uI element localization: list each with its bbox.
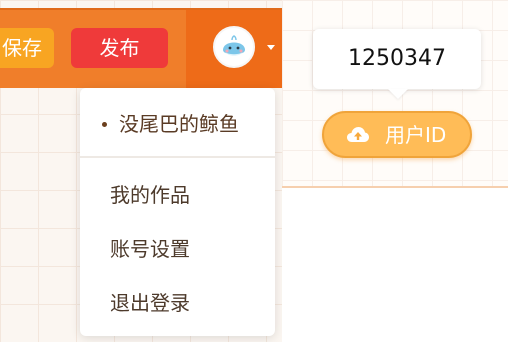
- blank-area: [282, 188, 508, 342]
- user-menu-trigger[interactable]: [186, 10, 282, 88]
- menu-item-account-settings[interactable]: 账号设置: [110, 235, 190, 263]
- menu-username: 没尾巴的鲸鱼: [119, 112, 239, 136]
- bullet-dot-icon: [102, 122, 107, 127]
- chevron-down-icon[interactable]: [267, 45, 275, 50]
- user-id-button[interactable]: 用户ID: [322, 111, 472, 158]
- save-button[interactable]: 保存: [0, 28, 54, 68]
- menu-item-my-works[interactable]: 我的作品: [110, 181, 190, 209]
- cloud-upload-icon: [347, 127, 369, 142]
- whale-avatar-icon: [215, 28, 253, 66]
- user-id-panel: 1250347 用户ID: [282, 0, 508, 188]
- user-id-button-label: 用户ID: [385, 123, 447, 147]
- user-id-tooltip: 1250347: [313, 29, 481, 89]
- top-toolbar: 保存 发布: [0, 8, 282, 88]
- user-dropdown-menu: 没尾巴的鲸鱼 我的作品 账号设置 退出登录: [80, 88, 275, 336]
- menu-user-header: 没尾巴的鲸鱼: [80, 88, 275, 158]
- publish-button[interactable]: 发布: [71, 28, 168, 68]
- tooltip-arrow: [388, 89, 408, 99]
- menu-item-logout[interactable]: 退出登录: [110, 289, 190, 317]
- avatar[interactable]: [213, 26, 255, 68]
- editor-canvas-area: 保存 发布 没尾巴的鲸鱼 我的作品 账号设置 退出登录: [0, 0, 282, 342]
